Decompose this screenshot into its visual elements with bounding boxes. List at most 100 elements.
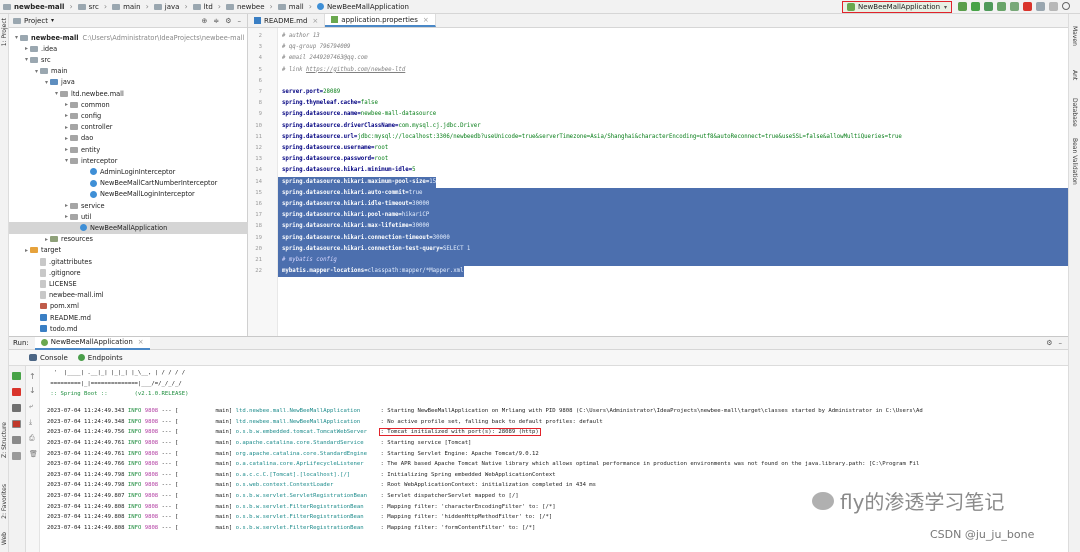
close-icon[interactable]: × — [312, 17, 318, 25]
profile-icon[interactable] — [1010, 2, 1019, 11]
stop-icon[interactable] — [1023, 2, 1032, 11]
tree-item[interactable]: ▸ common — [9, 99, 248, 110]
console-output[interactable]: ' |____| .__|_| |_|_| |_\__, | / / / / =… — [40, 366, 1068, 552]
right-tool-tab[interactable]: Bean Validation — [1071, 138, 1078, 185]
exit-icon[interactable] — [12, 420, 21, 428]
minimize-icon[interactable]: – — [238, 17, 242, 25]
structure-tool-tab[interactable]: Z: Structure — [1, 422, 8, 458]
web-tool-tab[interactable]: Web — [1, 532, 8, 545]
tree-item[interactable]: ▸ .idea — [9, 43, 248, 54]
layout-icon[interactable] — [12, 436, 21, 444]
run-configuration-selector[interactable]: NewBeeMallApplication ▾ — [842, 1, 952, 13]
project-panel-title[interactable]: Project — [24, 17, 48, 25]
tree-item[interactable]: ▸ util — [9, 211, 248, 222]
chevron-down-icon[interactable]: ▾ — [51, 17, 54, 24]
tree-item[interactable]: ▾ main — [9, 66, 248, 77]
project-structure-icon[interactable] — [1036, 2, 1045, 11]
gear-icon[interactable]: ⚙ — [1046, 339, 1052, 347]
tree-item[interactable]: ▸ dao — [9, 133, 248, 144]
arrow-down-icon[interactable]: ↓ — [29, 386, 36, 395]
editor-tab[interactable]: README.md × — [248, 14, 326, 27]
link[interactable]: https://github.com/newbee-ltd — [306, 67, 405, 73]
tree-item[interactable]: ▾ newbee-mall C:\Users\Administrator\IdeaP… — [9, 32, 248, 43]
tree-item[interactable]: ▸ controller — [9, 122, 248, 133]
chevron-right-icon[interactable]: ▸ — [63, 124, 70, 131]
trash-icon[interactable]: 🗑 — [29, 450, 38, 458]
soft-wrap-icon[interactable]: ⤶ — [29, 402, 33, 411]
chevron-right-icon[interactable]: ▸ — [23, 247, 30, 254]
build-icon[interactable] — [958, 2, 967, 11]
chevron-down-icon[interactable]: ▾ — [63, 157, 70, 164]
chevron-down-icon[interactable]: ▾ — [33, 68, 40, 75]
tree-item[interactable]: ▾ src — [9, 54, 248, 65]
tree-item[interactable]: LICENSE — [9, 278, 248, 289]
tree-item[interactable]: ▾ interceptor — [9, 155, 248, 166]
breadcrumb-item[interactable]: ltd — [190, 3, 216, 11]
tree-item[interactable]: NewBeeMallLoginInterceptor — [9, 189, 248, 200]
favorites-tool-tab[interactable]: 2: Favorites — [1, 484, 8, 519]
code-area[interactable]: # author 13 # qq-group 796794009 # email 2… — [248, 28, 1068, 336]
tree-item[interactable]: ▾ ltd.newbee.mall — [9, 88, 248, 99]
right-tool-tab[interactable]: Database — [1071, 98, 1078, 127]
collapse-icon[interactable]: ≑ — [213, 17, 219, 25]
coverage-icon[interactable] — [997, 2, 1006, 11]
tree-item[interactable]: ▸ config — [9, 110, 248, 121]
tree-item[interactable]: pom.xml — [9, 301, 248, 312]
arrow-up-icon[interactable]: ↑ — [29, 372, 36, 381]
tree-item[interactable]: NewBeeMallCartNumberInterceptor — [9, 178, 248, 189]
pin-icon[interactable] — [12, 452, 21, 460]
debug-icon[interactable] — [984, 2, 993, 11]
rerun-icon[interactable] — [12, 372, 21, 380]
search-icon[interactable] — [1062, 2, 1070, 10]
tree-item[interactable]: AdminLoginInterceptor — [9, 166, 248, 177]
chevron-right-icon[interactable]: ▸ — [63, 135, 70, 142]
tree-item[interactable]: .gitattributes — [9, 256, 248, 267]
chevron-right-icon[interactable]: ▸ — [63, 146, 70, 153]
chevron-down-icon[interactable]: ▾ — [43, 79, 50, 86]
run-tab[interactable]: NewBeeMallApplication × — [34, 336, 150, 350]
tree-item[interactable]: ▸ entity — [9, 144, 248, 155]
breadcrumb-item[interactable]: src — [75, 3, 102, 11]
scroll-to-end-icon[interactable]: ⤓ — [29, 418, 32, 427]
breadcrumb-item[interactable]: mall — [275, 3, 307, 11]
run-icon[interactable] — [971, 2, 980, 11]
print-icon[interactable]: ⎙ — [29, 434, 35, 443]
right-tool-tab[interactable]: Maven — [1071, 26, 1078, 46]
chevron-right-icon[interactable]: ▸ — [63, 112, 70, 119]
tree-item[interactable]: ▸ resources — [9, 234, 248, 245]
close-icon[interactable]: × — [138, 338, 144, 346]
console-tab[interactable]: Console — [29, 354, 68, 362]
endpoints-tab[interactable]: Endpoints — [77, 354, 123, 362]
breadcrumb-item[interactable]: NewBeeMallApplication — [314, 3, 412, 11]
project-tool-tab[interactable]: 1: Project — [1, 18, 8, 46]
camera-icon[interactable] — [12, 404, 21, 412]
editor-tab[interactable]: application.properties × — [325, 14, 436, 27]
chevron-down-icon[interactable]: ▾ — [23, 56, 30, 63]
tree-item[interactable]: .gitignore — [9, 267, 248, 278]
chevron-down-icon[interactable]: ▾ — [53, 90, 60, 97]
chevron-down-icon[interactable]: ▾ — [13, 34, 20, 41]
stop-icon[interactable] — [12, 388, 21, 396]
chevron-right-icon[interactable]: ▸ — [63, 202, 70, 209]
tree-item[interactable]: README.md — [9, 312, 248, 323]
tree-item[interactable]: todo.md — [9, 323, 248, 334]
close-icon[interactable]: × — [423, 16, 429, 24]
tree-item[interactable]: ▸ target — [9, 245, 248, 256]
chevron-right-icon[interactable]: ▸ — [63, 101, 70, 108]
tree-item[interactable]: newbee-mall.iml — [9, 290, 248, 301]
breadcrumb-item[interactable]: java — [151, 3, 183, 11]
chevron-right-icon[interactable]: ▸ — [63, 213, 70, 220]
breadcrumb-item[interactable]: main — [109, 3, 144, 11]
tree-item[interactable]: ▾ java — [9, 77, 248, 88]
gear-icon[interactable]: ⚙ — [225, 17, 231, 25]
minimize-icon[interactable]: – — [1059, 339, 1063, 347]
breadcrumb-item[interactable]: newbee-mall — [0, 3, 67, 11]
tree-item[interactable]: NewBeeMallApplication — [9, 222, 248, 234]
chevron-right-icon[interactable]: ▸ — [43, 236, 50, 243]
locate-icon[interactable]: ⊕ — [201, 17, 207, 25]
layout-icon[interactable] — [1049, 2, 1058, 11]
chevron-right-icon[interactable]: ▸ — [23, 45, 30, 52]
right-tool-tab[interactable]: Ant — [1071, 70, 1078, 80]
tree-item[interactable]: ▸ service — [9, 200, 248, 211]
breadcrumb-item[interactable]: newbee — [223, 3, 268, 11]
